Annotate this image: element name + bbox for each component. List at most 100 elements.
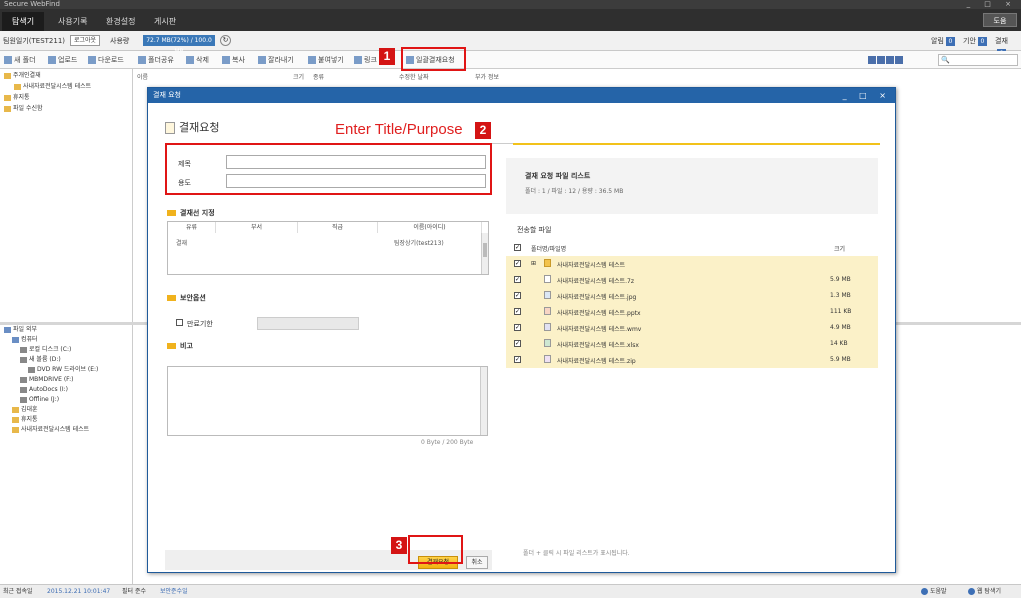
tree-item[interactable]: 김대훈 [12, 406, 38, 414]
copy-button[interactable]: 복사 [222, 54, 245, 66]
folder-icon [12, 416, 19, 423]
column-header[interactable]: 이름 [137, 72, 148, 81]
step1-badge: 1 [379, 48, 395, 65]
file-row[interactable]: ✓ 사내자료전달시스템 테스트.xlsx 14 KB [506, 336, 878, 352]
file-list-summary: 결재 요청 파일 리스트 폴더 : 1 / 파일 : 12 / 용량 : 36.… [506, 158, 878, 214]
window-titlebar: Secure WebFind _ □ × [0, 0, 1021, 9]
tab-board[interactable]: 게시판 [144, 12, 186, 31]
divider [513, 143, 880, 145]
file-row[interactable]: ✓ 사내자료전달시스템 테스트.jpg 1.3 MB [506, 288, 878, 304]
approver-scrollbar[interactable] [481, 233, 488, 274]
tab-history[interactable]: 사용기록 [48, 12, 97, 31]
tree-item[interactable]: 파일 수신함 [4, 105, 43, 113]
folder-icon [4, 72, 11, 79]
folder-icon [4, 105, 11, 112]
note-textarea[interactable] [167, 366, 488, 436]
select-all-checkbox[interactable]: ✓ [514, 244, 521, 251]
window-controls[interactable]: _ □ × [967, 0, 1017, 9]
file-checkbox[interactable]: ✓ [514, 276, 521, 283]
table-cell: 결재 [176, 240, 188, 247]
file-name: 사내자료전달시스템 테스트 [557, 262, 626, 269]
file-row[interactable]: ✓ 사내자료전달시스템 테스트.7z 5.9 MB [506, 272, 878, 288]
file-col-size: 크기 [834, 246, 846, 253]
new-folder-button[interactable]: 새 폴더 [4, 54, 36, 66]
table-cell: 팀장상기(test213) [394, 240, 444, 247]
computer-icon [12, 336, 19, 343]
folder-icon [4, 56, 12, 64]
view-mode-buttons[interactable] [868, 56, 904, 66]
expire-checkbox[interactable] [176, 319, 183, 326]
tree-item[interactable]: 컴퓨터 [12, 336, 38, 344]
tree-item[interactable]: 사내자료전달시스템 테스트 [14, 83, 91, 91]
folder-icon [167, 210, 176, 216]
approver-table: 유류 부서 직급 이름(아이디) 결재 팀장상기(test213) [167, 221, 489, 275]
tree-item[interactable]: DVD RW 드라이브 (E:) [28, 366, 98, 374]
computer-icon [4, 326, 11, 333]
help-button[interactable]: 도움 [983, 13, 1017, 27]
approval-button[interactable]: 결재0 [992, 35, 1021, 58]
draft-button[interactable]: 기안 0 [960, 35, 990, 47]
file-row[interactable]: ✓ 사내자료전달시스템 테스트.wmv 4.9 MB [506, 320, 878, 336]
expire-date-input[interactable] [257, 317, 359, 330]
paste-button[interactable]: 붙여넣기 [308, 54, 344, 66]
approver-section-title: 결재선 지정 [167, 208, 215, 218]
file-checkbox[interactable]: ✓ [514, 260, 521, 267]
search-input[interactable]: 🔍 [938, 54, 1018, 66]
column-header[interactable]: 부가 정보 [475, 72, 499, 81]
tree-item[interactable]: 휴지통 [12, 416, 38, 424]
column-header[interactable]: 수정한 날짜 [399, 72, 429, 81]
note-scrollbar[interactable] [480, 367, 487, 435]
download-button[interactable]: 다운로드 [88, 54, 124, 66]
refresh-icon[interactable]: ↻ [220, 35, 231, 46]
tree-item[interactable]: Offline (J:) [20, 396, 59, 404]
cancel-button[interactable]: 취소 [466, 556, 488, 569]
column-header[interactable]: 크기 [293, 72, 304, 81]
archive-file-icon [544, 275, 551, 283]
user-bar: 팀원일기(TEST211) 로그아웃 사용량 72.7 MB(72%) / 10… [0, 31, 1021, 58]
tree-item[interactable]: 주개인결재 [4, 72, 41, 80]
byte-counter: 0 Byte / 200 Byte [421, 439, 474, 446]
logout-button[interactable]: 로그아웃 [70, 35, 101, 46]
window-title: Secure WebFind [4, 0, 60, 8]
column-header[interactable]: 종류 [313, 72, 324, 81]
summary-detail: 폴더 : 1 / 파일 : 12 / 용량 : 36.5 MB [525, 188, 624, 195]
file-list-hint: 폴더 + 클릭 시 파일 리스트가 표시됩니다. [523, 550, 630, 557]
drive-icon [20, 346, 27, 353]
tree-item[interactable]: 휴지통 [4, 94, 30, 102]
tree-item[interactable]: 파일 외부 [4, 326, 37, 334]
tab-settings[interactable]: 환경설정 [96, 12, 145, 31]
expand-icon[interactable]: ⊞ [531, 260, 536, 267]
tree-item[interactable]: MBMDRIVE (F:) [20, 376, 74, 384]
file-row[interactable]: ✓ 사내자료전달시스템 테스트.zip 5.9 MB [506, 352, 878, 368]
file-name: 사내자료전달시스템 테스트.jpg [557, 294, 637, 301]
tree-item[interactable]: 새 볼륨 (D:) [20, 356, 61, 364]
tree-item[interactable]: 로컬 디스크 (C:) [20, 346, 71, 354]
file-checkbox[interactable]: ✓ [514, 308, 521, 315]
tree-item[interactable]: AutoDocs (I:) [20, 386, 68, 394]
help-link[interactable]: 도움말 [918, 586, 950, 598]
file-row[interactable]: ✓ ⊞ 사내자료전달시스템 테스트 [506, 256, 878, 272]
step2-caption: Enter Title/Purpose [335, 121, 463, 138]
link-button[interactable]: 링크 [354, 54, 377, 66]
file-checkbox[interactable]: ✓ [514, 292, 521, 299]
file-row[interactable]: ✓ 사내자료전달시스템 테스트.pptx 111 KB [506, 304, 878, 320]
notice-button[interactable]: 알림 0 [928, 35, 958, 47]
drive-icon [20, 376, 27, 383]
file-checkbox[interactable]: ✓ [514, 324, 521, 331]
note-section-title: 비고 [167, 341, 193, 351]
tree-item[interactable]: 사내자료전달시스템 테스트 [12, 426, 89, 434]
folder-icon [544, 259, 551, 267]
cut-button[interactable]: 잘라내기 [258, 54, 294, 66]
web-explorer-link[interactable]: 웹 탐색기 [965, 586, 1004, 598]
transfer-file-list: ✓ 폴더명/파일명 크기 ✓ ⊞ 사내자료전달시스템 테스트 ✓ 사내자료전달시… [506, 241, 878, 373]
file-checkbox[interactable]: ✓ [514, 356, 521, 363]
upload-icon [48, 56, 56, 64]
upload-button[interactable]: 업로드 [48, 54, 77, 66]
file-name: 사내자료전달시스템 테스트.xlsx [557, 342, 639, 349]
delete-button[interactable]: 삭제 [186, 54, 209, 66]
file-checkbox[interactable]: ✓ [514, 340, 521, 347]
share-folder-button[interactable]: 폴더공유 [138, 54, 174, 66]
table-header: 유류 [168, 222, 216, 233]
dialog-controls[interactable]: _ □ × [843, 88, 891, 103]
tab-explorer[interactable]: 탐색기 [2, 12, 45, 31]
